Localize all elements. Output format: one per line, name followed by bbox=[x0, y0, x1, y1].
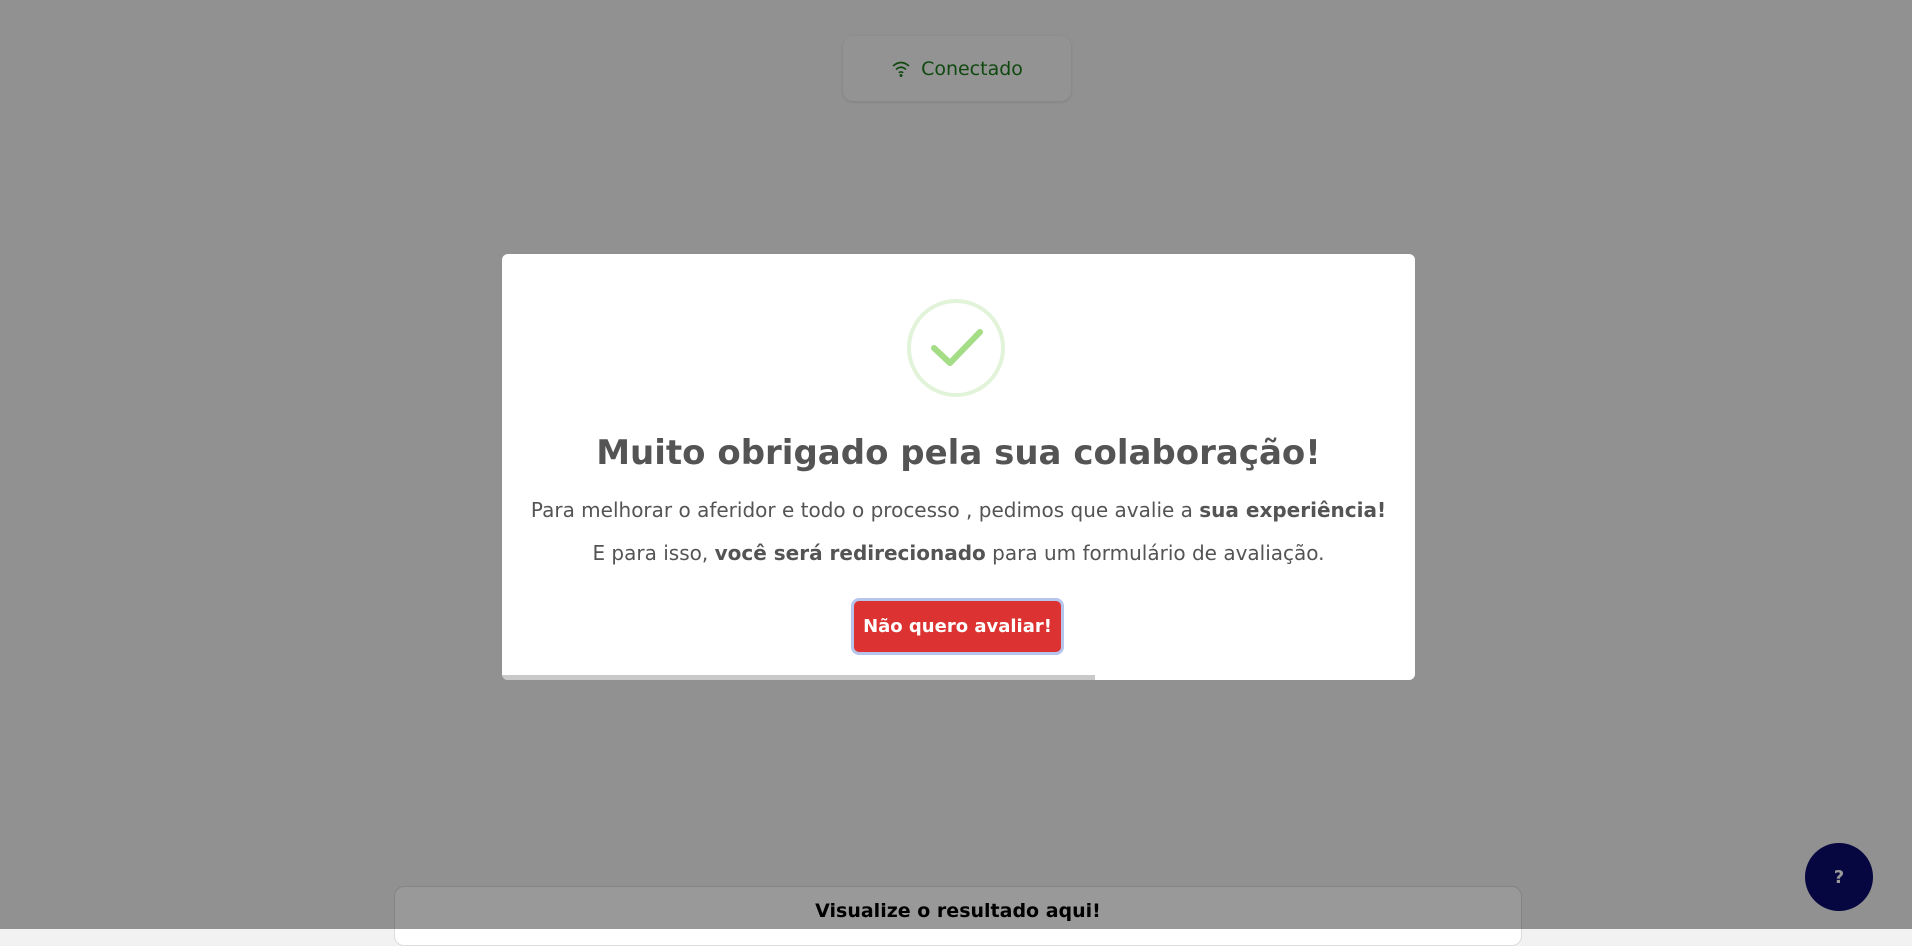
decline-button[interactable]: Não quero avaliar! bbox=[854, 601, 1061, 652]
message-line1-emphasis: sua experiência! bbox=[1199, 498, 1387, 522]
message-line2-suffix: para um formulário de avaliação. bbox=[985, 541, 1325, 565]
timer-progress-bar bbox=[502, 675, 1096, 680]
message-line2-emphasis: você será redirecionado bbox=[714, 541, 986, 565]
message-line2-prefix: E para isso, bbox=[592, 541, 715, 565]
checkmark-icon bbox=[931, 329, 983, 366]
modal-message-line1: Para melhorar o aferidor e todo o proces… bbox=[502, 498, 1415, 522]
feedback-modal: Muito obrigado pela sua colaboração! Par… bbox=[502, 254, 1415, 680]
message-line1-text: Para melhorar o aferidor e todo o proces… bbox=[530, 498, 1200, 522]
modal-title: Muito obrigado pela sua colaboração! bbox=[596, 433, 1321, 473]
success-circle bbox=[907, 299, 1005, 397]
modal-message-line2: E para isso, você será redirecionado par… bbox=[502, 541, 1415, 565]
